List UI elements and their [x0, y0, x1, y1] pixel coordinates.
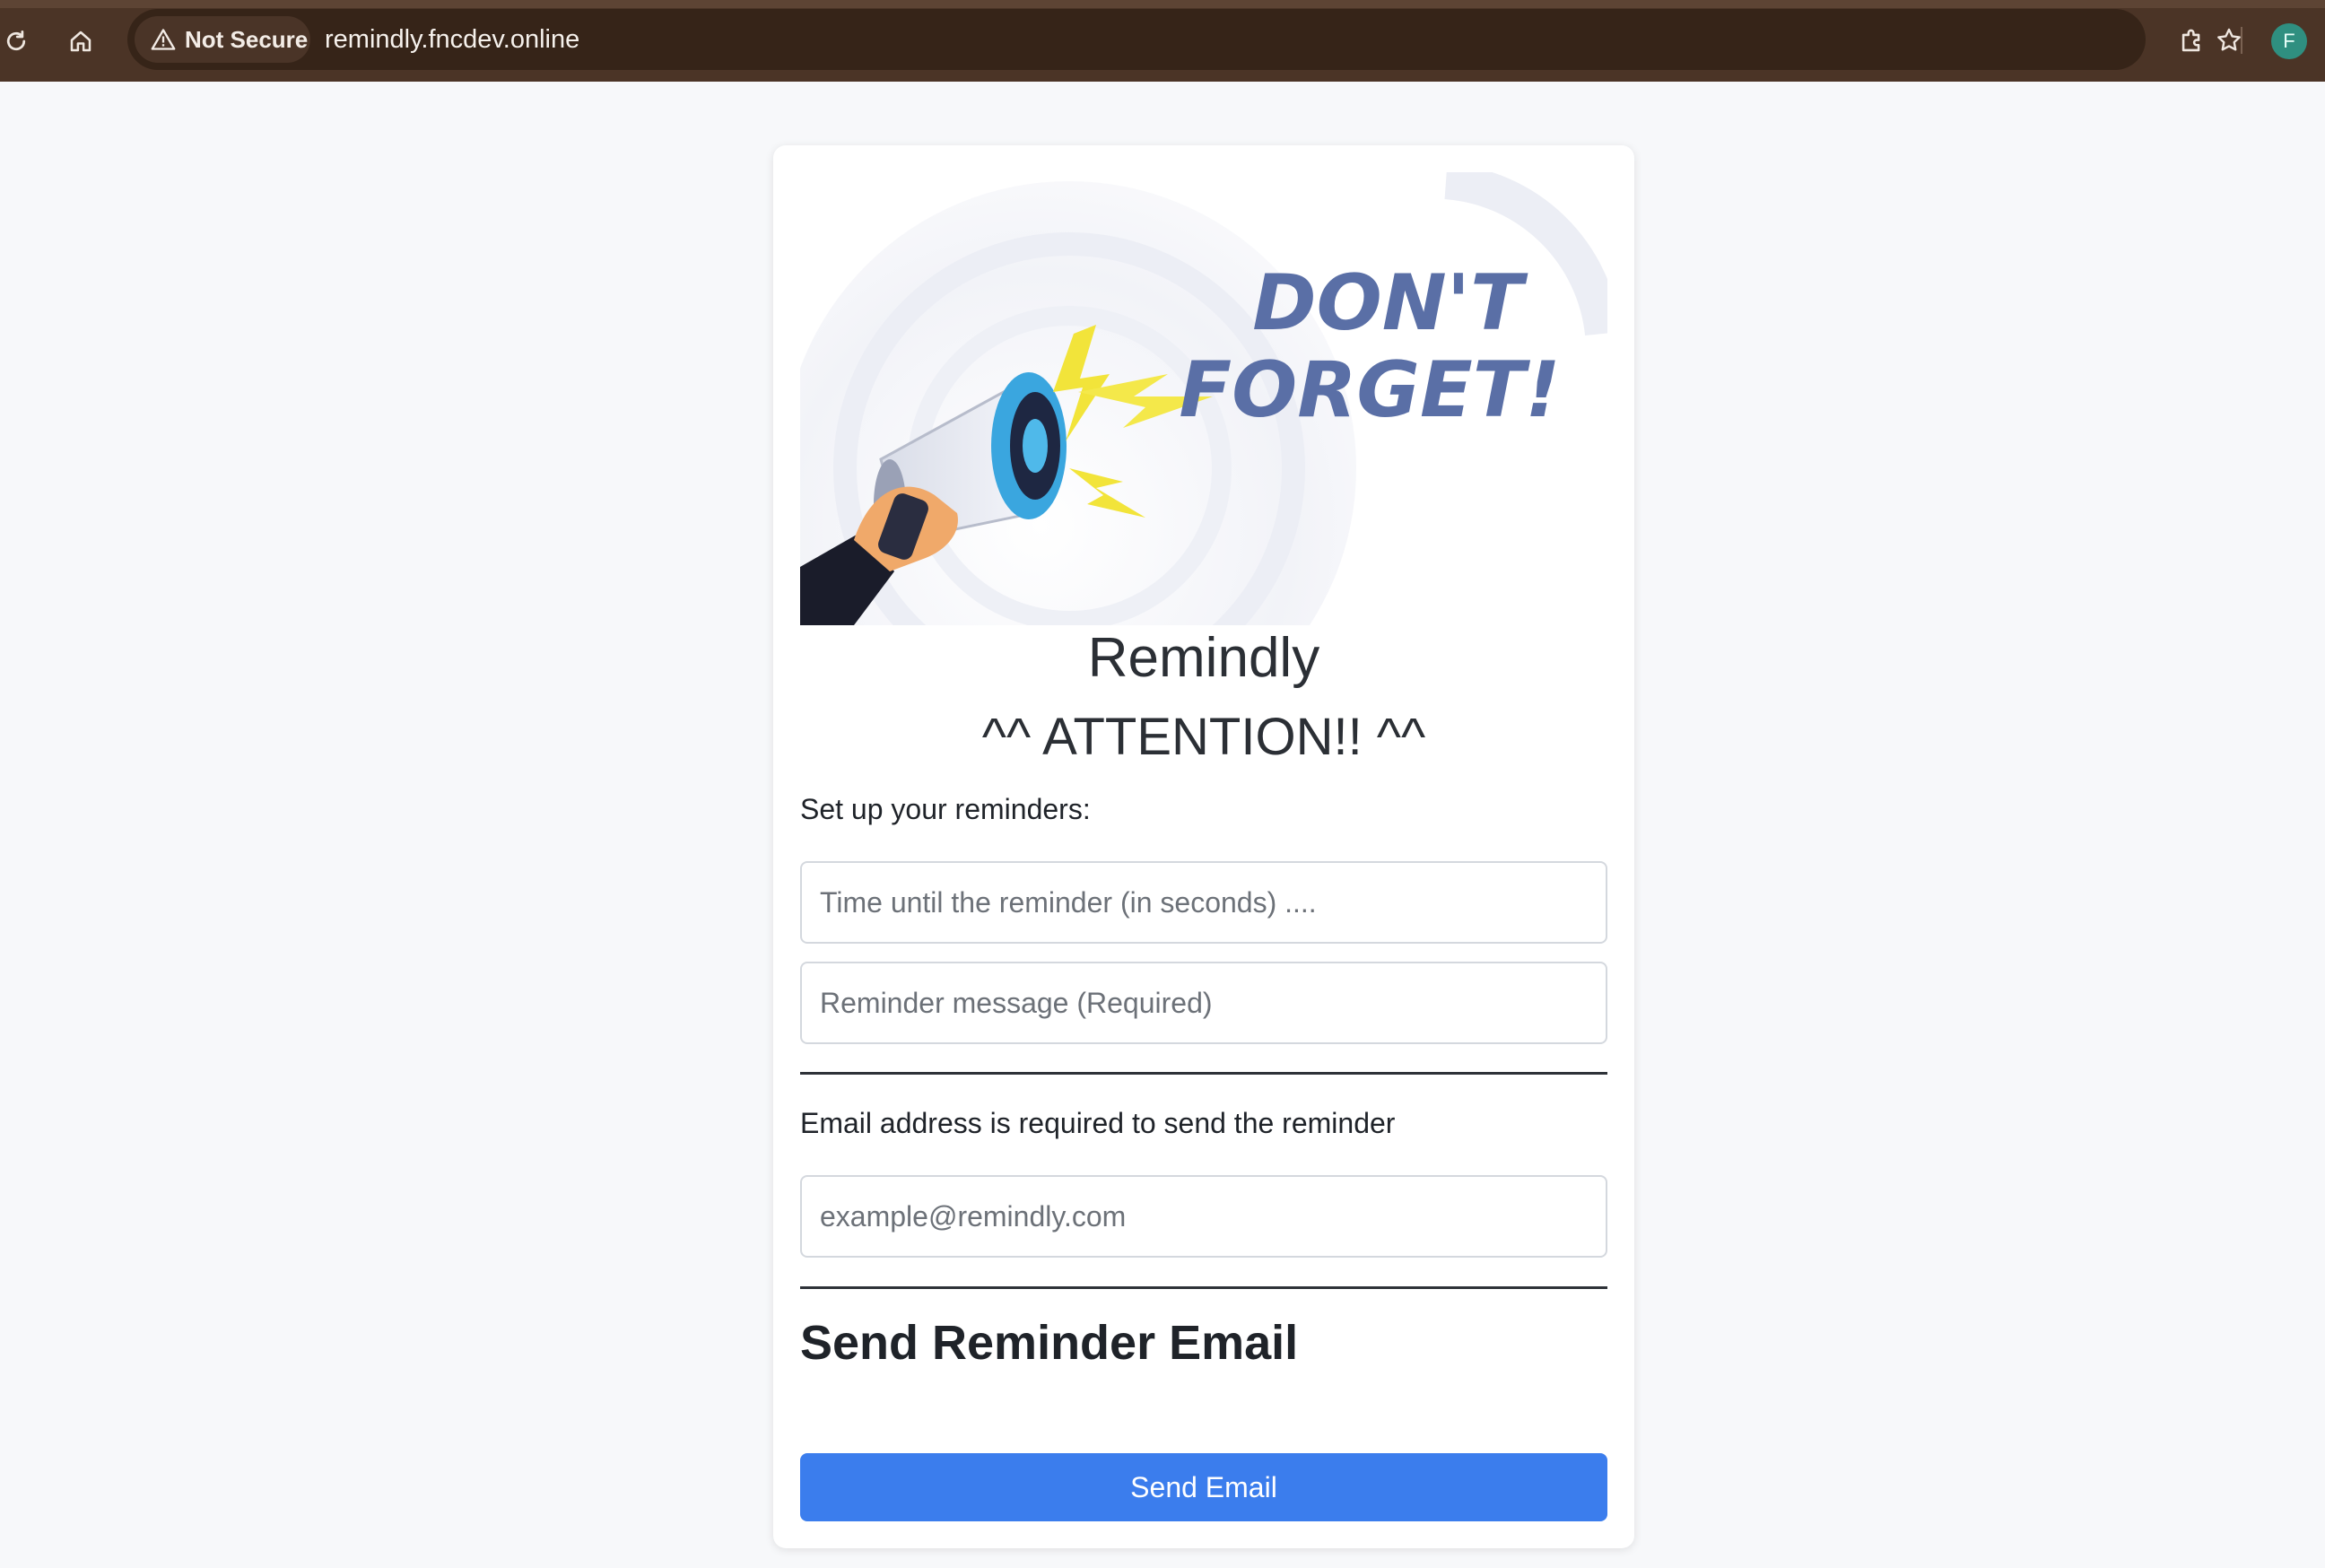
extensions-button[interactable] [2167, 16, 2217, 66]
send-reminder-heading: Send Reminder Email [800, 1316, 1299, 1370]
section-divider [800, 1286, 1607, 1289]
profile-avatar[interactable]: F [2271, 23, 2307, 59]
megaphone-illustration: DON'T FORGET! [800, 172, 1607, 625]
email-label: Email address is required to send the re… [800, 1107, 1396, 1139]
home-button[interactable] [56, 16, 106, 66]
setup-label: Set up your reminders: [800, 793, 1091, 825]
reload-icon [6, 30, 26, 51]
app-title: Remindly [1087, 627, 1320, 689]
browser-toolbar: Not Secure remindly.fncdev.online F [0, 0, 2325, 82]
reminder-time-input[interactable] [800, 861, 1607, 944]
address-bar[interactable]: Not Secure remindly.fncdev.online [127, 9, 2241, 70]
section-divider [800, 1072, 1607, 1075]
security-label: Not Secure [185, 25, 309, 53]
reminder-message-input[interactable] [800, 962, 1607, 1044]
warning-icon [151, 29, 176, 50]
url-text[interactable]: remindly.fncdev.online [325, 25, 579, 55]
tab-strip-edge [0, 0, 2325, 8]
dont-forget-banner: DON'T FORGET! [800, 172, 1607, 625]
reload-button[interactable] [0, 16, 41, 66]
reminder-card: DON'T FORGET! Remindly ^^ ATTENTION!! ^^… [773, 145, 1634, 1548]
puzzle-icon [2181, 29, 2200, 52]
toolbar-divider [2241, 27, 2242, 54]
send-email-button[interactable]: Send Email [800, 1453, 1607, 1521]
star-icon [2217, 28, 2241, 51]
headline-forget: FORGET! [1179, 345, 1560, 435]
home-icon [70, 30, 91, 52]
attention-heading: ^^ ATTENTION!! ^^ [981, 708, 1426, 766]
headline-dont: DON'T [1252, 258, 1528, 348]
email-input[interactable] [800, 1175, 1607, 1258]
security-indicator[interactable]: Not Secure [135, 16, 310, 63]
